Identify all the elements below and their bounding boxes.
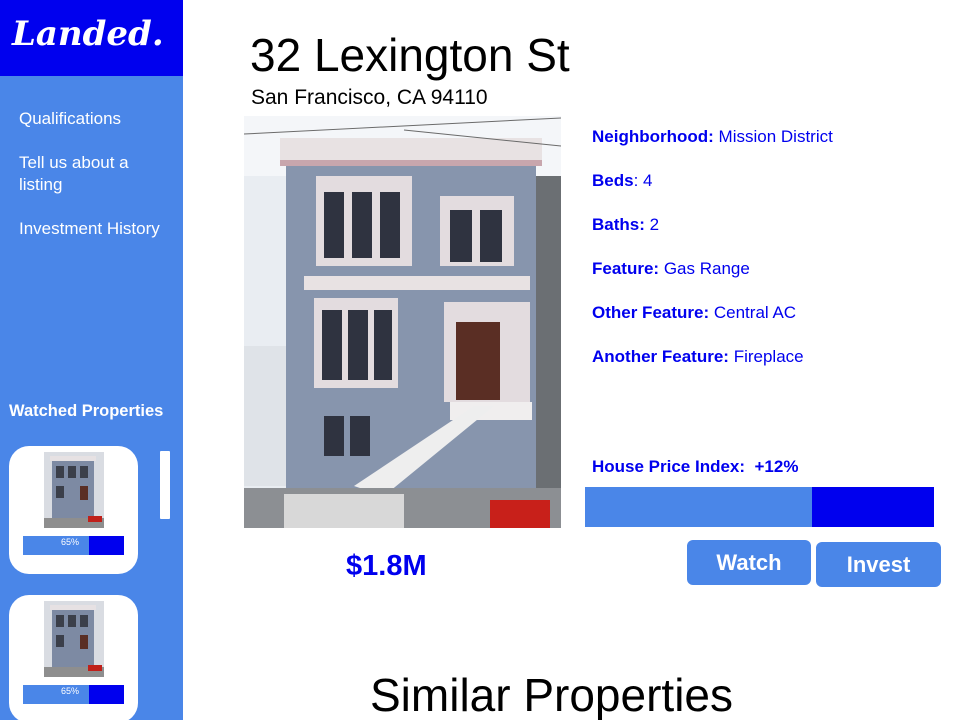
detail-another-feature: Another Feature: Fireplace [592,347,804,367]
property-thumbnail [44,452,104,528]
detail-value: Gas Range [663,259,750,278]
house-price-index-fill [812,487,934,527]
detail-label: Other Feature: [592,303,710,322]
detail-label: Beds [592,171,634,190]
detail-value: Central AC [713,303,797,322]
house-price-index-bar [585,487,934,527]
invest-button[interactable]: Invest [816,542,941,587]
detail-label: Another Feature: [592,347,729,366]
watched-property-card[interactable]: 65% [9,595,138,720]
watch-progress-fill [89,536,124,555]
property-price: $1.8M [346,550,427,582]
detail-value: Fireplace [733,347,804,366]
detail-beds: Beds: 4 [592,171,653,190]
detail-label: Baths: [592,215,645,234]
nav-item-investment-history[interactable]: Investment History [19,218,169,240]
watch-progress-fill [89,685,124,704]
watch-progress-bar: 65% [23,685,124,704]
detail-label: Feature: [592,259,660,278]
watched-properties-heading: Watched Properties [9,402,164,420]
watched-scrollbar[interactable] [160,451,170,519]
detail-label: Neighborhood: [592,127,714,146]
detail-value: 4 [643,171,653,190]
logo-box[interactable]: Landed. [0,0,183,76]
detail-feature: Feature: Gas Range [592,259,750,279]
detail-other-feature: Other Feature: Central AC [592,303,796,323]
sidebar: Landed. Qualifications Tell us about a l… [0,0,183,720]
detail-value: Mission District [718,127,833,146]
watched-property-card[interactable]: 65% [9,446,138,574]
watch-progress-bar: 65% [23,536,124,555]
detail-value: 2 [649,215,660,234]
watch-button[interactable]: Watch [687,540,811,585]
house-price-index-label: House Price Index: +12% [592,457,799,476]
nav-item-tell-us-about-listing[interactable]: Tell us about a listing [19,152,169,196]
watch-progress-label: 65% [61,686,80,696]
property-city-line: San Francisco, CA 94110 [251,86,488,109]
property-photo [244,116,561,528]
property-thumbnail [44,601,104,677]
watch-progress-label: 65% [61,537,80,547]
detail-neighborhood: Neighborhood: Mission District [592,127,833,147]
nav-item-qualifications[interactable]: Qualifications [19,108,169,130]
property-address: 32 Lexington St [250,29,570,81]
similar-properties-heading: Similar Properties [370,669,733,720]
detail-baths: Baths: 2 [592,215,659,235]
logo[interactable]: Landed. [12,14,164,54]
